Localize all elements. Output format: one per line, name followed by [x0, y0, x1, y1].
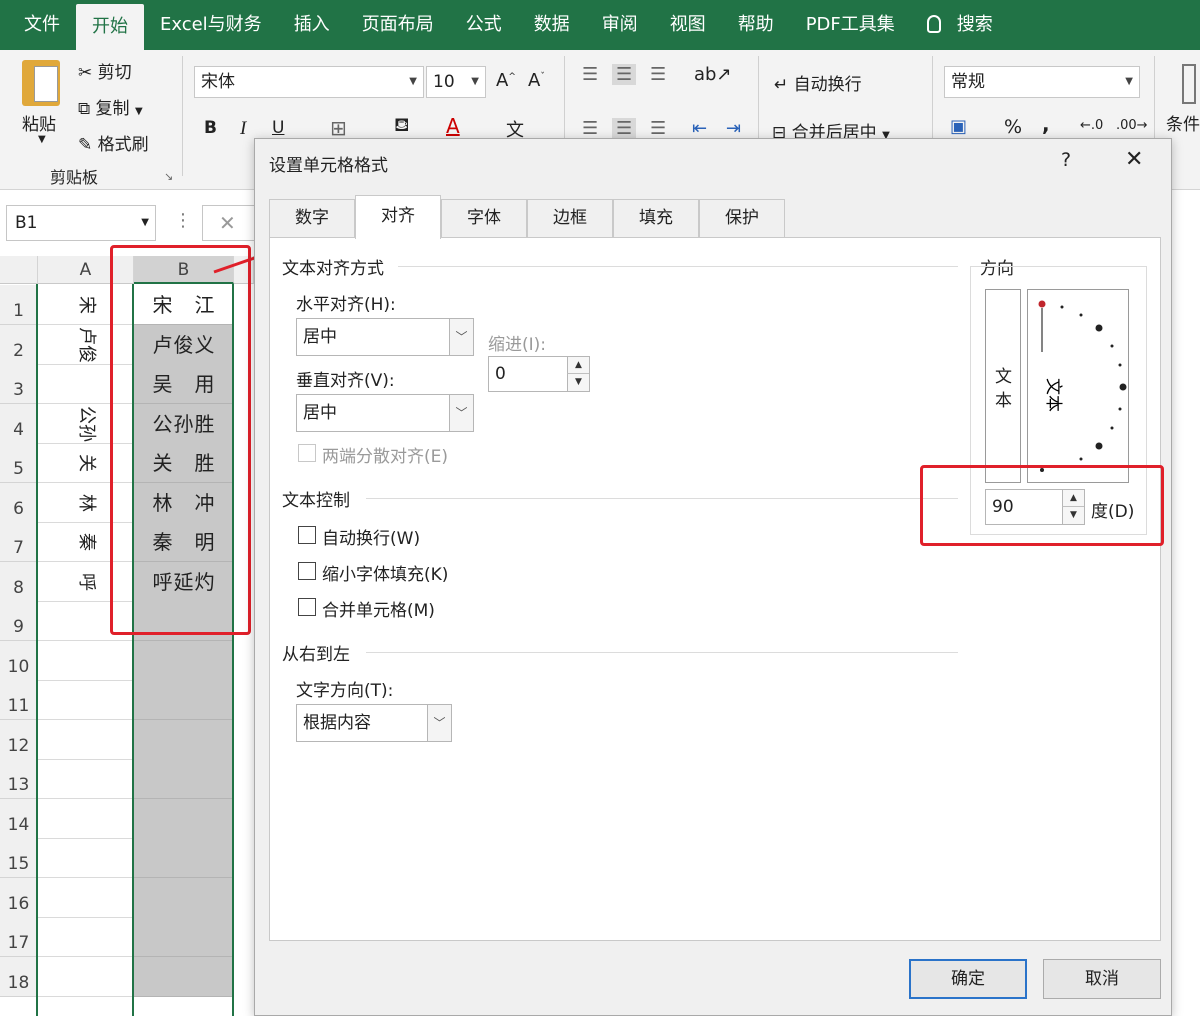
chevron-down-icon: ﹀ [449, 319, 473, 355]
horizontal-select[interactable]: 居中 ﹀ [296, 318, 474, 356]
vertical-text-char: 文 [995, 367, 1012, 387]
rtl-heading: 从右到左 [282, 645, 350, 665]
dialog-title: 设置单元格格式 [269, 156, 388, 176]
horizontal-value: 居中 [303, 327, 337, 347]
shrink-to-fit-checkbox[interactable] [298, 562, 316, 580]
excel-window: 文件 开始 Excel与财务 插入 页面布局 公式 数据 审阅 视图 帮助 PD… [0, 0, 1200, 1016]
wrap-text-label: 自动换行(W) [322, 529, 421, 549]
cancel-button[interactable]: 取消 [1043, 959, 1161, 999]
highlight-degrees [920, 465, 1164, 546]
dial-text: 文本 [1043, 378, 1063, 412]
text-alignment-heading: 文本对齐方式 [282, 259, 384, 279]
spin-up-icon[interactable]: ▲ [567, 357, 589, 374]
distributed-checkbox[interactable] [298, 444, 316, 462]
help-button[interactable]: ? [1061, 149, 1071, 171]
tab-font[interactable]: 字体 [441, 199, 527, 237]
merge-cells-label: 合并单元格(M) [322, 601, 435, 621]
format-cells-dialog: 设置单元格格式 ? ✕ 数字 对齐 字体 边框 填充 保护 文本对齐方式 水平对… [254, 138, 1172, 1016]
text-direction-value: 根据内容 [303, 713, 371, 733]
text-direction-label: 文字方向(T): [296, 681, 394, 701]
text-control-heading: 文本控制 [282, 491, 350, 511]
horizontal-label: 水平对齐(H): [296, 295, 396, 315]
chevron-down-icon: ﹀ [427, 705, 451, 741]
tab-protection[interactable]: 保护 [699, 199, 785, 237]
wrap-text-checkbox[interactable] [298, 526, 316, 544]
close-button[interactable]: ✕ [1125, 147, 1143, 172]
tab-number[interactable]: 数字 [269, 199, 355, 237]
tab-border[interactable]: 边框 [527, 199, 613, 237]
vertical-select[interactable]: 居中 ﹀ [296, 394, 474, 432]
section-divider [366, 498, 958, 499]
indent-value: 0 [495, 364, 506, 384]
text-direction-select[interactable]: 根据内容 ﹀ [296, 704, 452, 742]
ok-button[interactable]: 确定 [909, 959, 1027, 999]
vertical-text-button[interactable]: 文 本 [985, 289, 1021, 483]
indent-spinner[interactable]: 0 ▲ ▼ [488, 356, 590, 392]
tab-alignment[interactable]: 对齐 [355, 195, 441, 239]
tab-fill[interactable]: 填充 [613, 199, 699, 237]
section-divider [366, 652, 958, 653]
vertical-value: 居中 [303, 403, 337, 423]
vertical-label: 垂直对齐(V): [296, 371, 395, 391]
spin-down-icon[interactable]: ▼ [567, 374, 589, 391]
chevron-down-icon: ﹀ [449, 395, 473, 431]
orientation-dial-graphic: 文本 [1038, 300, 1127, 472]
indent-label: 缩进(I): [488, 335, 547, 355]
orientation-dial[interactable]: 文本 [1027, 289, 1129, 483]
shrink-to-fit-label: 缩小字体填充(K) [322, 565, 449, 585]
section-divider [970, 266, 1146, 267]
distributed-label: 两端分散对齐(E) [322, 447, 449, 467]
section-divider [398, 266, 958, 267]
merge-cells-checkbox[interactable] [298, 598, 316, 616]
vertical-text-char: 本 [995, 391, 1012, 411]
